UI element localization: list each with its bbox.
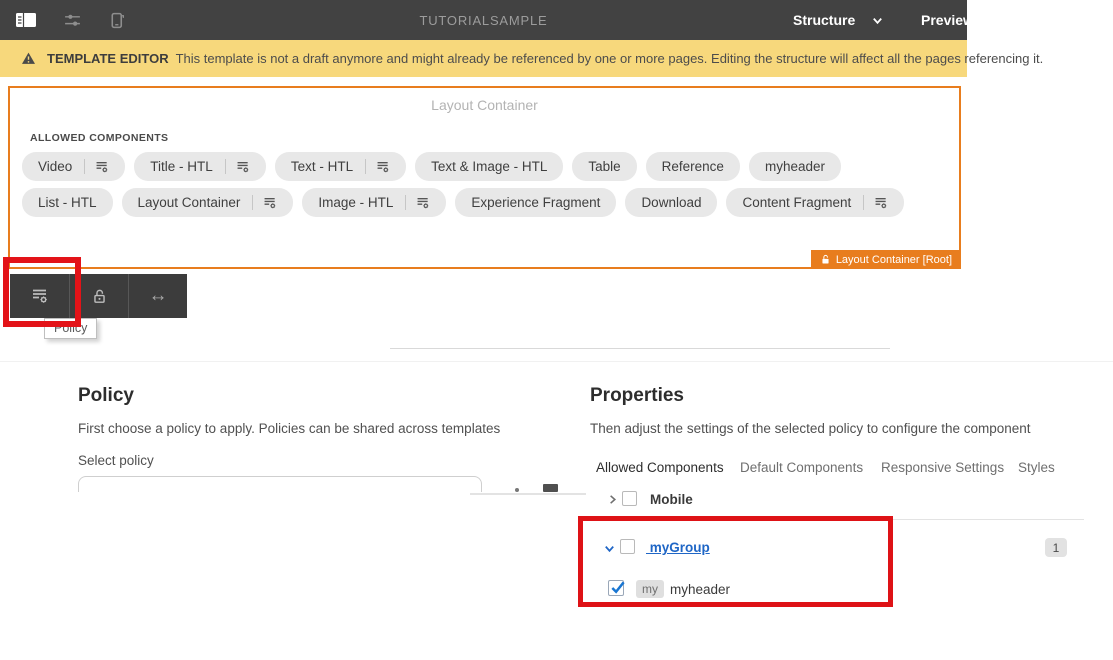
chip-label: List - HTL xyxy=(38,195,97,210)
chip-label: Reference xyxy=(661,159,724,174)
tab-responsive-settings[interactable]: Responsive Settings xyxy=(881,460,1004,475)
component-chip[interactable]: Reference xyxy=(645,152,740,181)
tab-default-components[interactable]: Default Components xyxy=(740,460,863,475)
policy-icon[interactable] xyxy=(874,196,888,210)
properties-heading: Properties xyxy=(590,385,684,406)
chip-label: Table xyxy=(588,159,621,174)
policy-icon[interactable] xyxy=(416,196,430,210)
mygroup-count-badge: 1 xyxy=(1045,538,1067,557)
warning-icon xyxy=(21,51,36,66)
policy-icon[interactable] xyxy=(376,160,390,174)
properties-description: Then adjust the settings of the selected… xyxy=(590,421,1031,436)
component-chip[interactable]: Image - HTL xyxy=(302,188,447,217)
top-bar: TUTORIALSAMPLE Structure Preview xyxy=(0,0,967,40)
expand-chevron-mobile[interactable] xyxy=(606,493,619,506)
resize-button[interactable]: ↔ xyxy=(128,274,187,318)
preview-button[interactable]: Preview xyxy=(921,12,967,28)
chip-divider xyxy=(84,159,86,174)
chip-divider xyxy=(863,195,865,210)
annotation-red-box-mygroup xyxy=(578,516,893,607)
chip-label: Layout Container xyxy=(137,195,241,210)
layout-container-title: Layout Container xyxy=(431,97,538,113)
component-chip[interactable]: Text & Image - HTL xyxy=(415,152,564,181)
checkbox-mobile[interactable] xyxy=(622,491,637,506)
chip-label: Image - HTL xyxy=(318,195,394,210)
divider xyxy=(390,348,890,349)
divider xyxy=(470,493,586,495)
chip-label: Text - HTL xyxy=(290,159,354,174)
divider xyxy=(0,361,1113,362)
chip-label: Content Fragment xyxy=(742,195,852,210)
component-chip[interactable]: Video xyxy=(22,152,126,181)
component-chip[interactable]: Layout Container xyxy=(121,188,294,217)
chip-divider xyxy=(405,195,407,210)
allowed-components-list: Video Title - HTL Text - HTL Text & Imag… xyxy=(22,152,927,217)
banner-label: TEMPLATE EDITOR xyxy=(47,51,169,66)
chip-label: myheader xyxy=(764,159,825,174)
tab-allowed-components[interactable]: Allowed Components xyxy=(596,460,724,475)
template-editor-warning-banner: TEMPLATE EDITOR This template is not a d… xyxy=(0,40,1043,77)
component-chip[interactable]: Title - HTL xyxy=(134,152,266,181)
component-chip[interactable]: Download xyxy=(625,188,718,217)
chip-divider xyxy=(252,195,254,210)
policy-icon[interactable] xyxy=(236,160,250,174)
chip-label: Title - HTL xyxy=(150,159,213,174)
template-editor-screen: TUTORIALSAMPLE Structure Preview TEMPLAT… xyxy=(0,0,1113,660)
select-policy-dropdown[interactable] xyxy=(78,476,482,492)
component-chip[interactable]: List - HTL xyxy=(22,188,113,217)
mode-label: Structure xyxy=(793,12,856,28)
chip-label: Experience Fragment xyxy=(471,195,601,210)
component-chip[interactable]: Table xyxy=(572,152,637,181)
clipped-icon xyxy=(543,484,558,492)
chip-label: Video xyxy=(38,159,73,174)
resize-arrow-icon: ↔ xyxy=(148,285,168,306)
policy-icon[interactable] xyxy=(95,160,109,174)
select-policy-label: Select policy xyxy=(78,453,154,468)
annotation-red-box-policy-button xyxy=(3,257,81,327)
layout-container-root-badge: Layout Container [Root] xyxy=(810,250,961,269)
component-chip[interactable]: Text - HTL xyxy=(274,152,407,181)
unlock-icon xyxy=(820,254,831,265)
chip-label: Download xyxy=(641,195,702,210)
chevron-down-icon xyxy=(871,14,884,27)
component-chip[interactable]: Experience Fragment xyxy=(455,188,617,217)
policy-heading: Policy xyxy=(78,385,134,406)
dropdown-chevron-icon xyxy=(515,488,519,492)
policy-icon[interactable] xyxy=(263,196,277,210)
policy-description: First choose a policy to apply. Policies… xyxy=(78,421,501,436)
mode-selector[interactable]: Structure xyxy=(793,12,884,28)
chip-divider xyxy=(365,159,367,174)
chip-label: Text & Image - HTL xyxy=(431,159,548,174)
layout-container-region[interactable]: Layout Container ALLOWED COMPONENTS Vide… xyxy=(8,86,961,269)
component-chip[interactable]: Content Fragment xyxy=(726,188,905,217)
allowed-components-label: ALLOWED COMPONENTS xyxy=(30,132,169,144)
tree-item-mobile[interactable]: Mobile xyxy=(650,492,693,507)
badge-label: Layout Container [Root] xyxy=(835,253,952,266)
banner-text: This template is not a draft anymore and… xyxy=(175,51,1044,66)
component-chip[interactable]: myheader xyxy=(748,152,841,181)
chip-divider xyxy=(224,159,226,174)
tab-styles[interactable]: Styles xyxy=(1018,460,1055,475)
